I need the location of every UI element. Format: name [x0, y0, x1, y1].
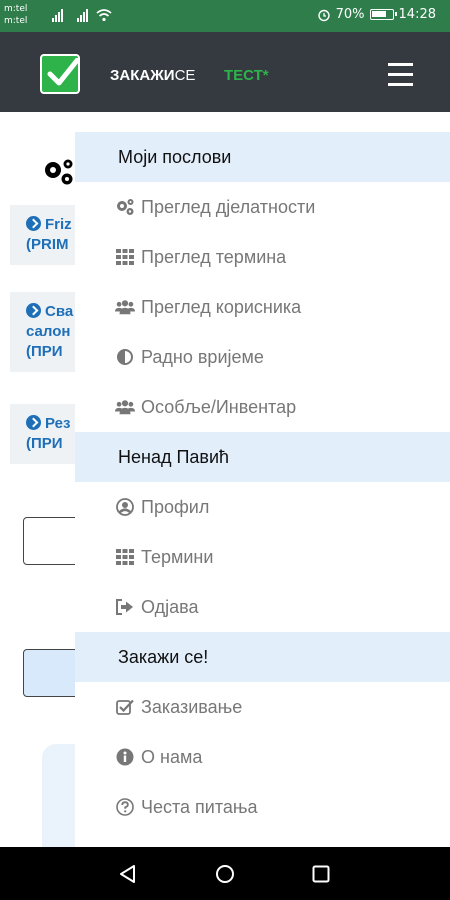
menu-item-staff-inventory[interactable]: Особље/Инвентар	[75, 382, 450, 432]
checkmark-logo-icon	[47, 58, 80, 86]
question-circle-icon	[115, 797, 135, 817]
gears-icon	[45, 159, 73, 185]
clock-time: 14:28	[398, 7, 436, 22]
chevron-circle-icon	[26, 216, 41, 231]
section-my-business: Моји послови	[75, 132, 450, 182]
menu-item-activities[interactable]: Преглед дјелатности	[75, 182, 450, 232]
recent-apps-icon[interactable]	[311, 864, 331, 884]
menu-item-profile[interactable]: Профил	[75, 482, 450, 532]
checkbox-icon	[115, 697, 135, 717]
sign-out-icon	[115, 597, 135, 617]
alarm-icon	[317, 9, 330, 21]
menu-item-faq[interactable]: Честа питања	[75, 782, 450, 832]
menu-item-terms-overview[interactable]: Преглед термина	[75, 232, 450, 282]
menu-item-terms[interactable]: Термини	[75, 532, 450, 582]
home-icon[interactable]	[215, 864, 235, 884]
business-card-2[interactable]: Сва салон (ПРИ	[10, 292, 80, 372]
app-header: ЗАКАЖИСЕ ТЕСТ*	[0, 32, 450, 112]
users-icon	[115, 297, 135, 317]
system-nav-bar	[0, 847, 450, 900]
signal-2-icon	[77, 8, 88, 22]
carrier-2: m:tel	[4, 16, 28, 26]
signal-1-icon	[52, 8, 63, 22]
users-icon	[115, 397, 135, 417]
battery-icon	[369, 9, 397, 20]
menu-item-logout[interactable]: Одјава	[75, 582, 450, 632]
menu-item-booking[interactable]: Заказивање	[75, 682, 450, 732]
user-circle-icon	[115, 497, 135, 517]
grid-icon	[115, 247, 135, 267]
status-right: 70% 14:28	[317, 7, 436, 22]
status-bar: m:tel m:tel 70% 14:28	[0, 0, 450, 32]
input-field[interactable]	[23, 517, 83, 565]
section-user-name: Ненад Павић	[75, 432, 450, 482]
app-logo[interactable]	[40, 54, 80, 94]
brand-se: СЕ	[174, 67, 196, 84]
action-button[interactable]	[23, 649, 83, 697]
grid-icon	[115, 547, 135, 567]
test-label: ТЕСТ*	[224, 67, 269, 84]
menu-toggle-icon[interactable]	[388, 63, 413, 87]
menu-item-about[interactable]: О нама	[75, 732, 450, 782]
chevron-circle-icon	[26, 303, 41, 318]
menu-item-working-hours[interactable]: Радно вријеме	[75, 332, 450, 382]
business-card-3[interactable]: Рез (ПРИ	[10, 404, 80, 464]
business-card-1[interactable]: Friz (PRIM	[10, 205, 80, 265]
gears-icon	[115, 197, 135, 217]
brand-main: ЗАКАЖИ	[110, 67, 175, 84]
wifi-icon	[96, 9, 112, 22]
dropdown-menu: Моји послови Преглед дјелатности Преглед…	[75, 132, 450, 847]
carrier-labels: m:tel m:tel	[4, 3, 27, 27]
battery-percent: 70%	[335, 7, 365, 22]
half-circle-icon	[115, 347, 135, 367]
section-book-yourself: Закажи се!	[75, 632, 450, 682]
back-icon[interactable]	[118, 864, 138, 884]
info-circle-icon	[115, 747, 135, 767]
carrier-1: m:tel	[4, 4, 28, 14]
menu-item-users-overview[interactable]: Преглед корисника	[75, 282, 450, 332]
chevron-circle-icon	[26, 415, 41, 430]
brand-title[interactable]: ЗАКАЖИСЕ	[110, 67, 195, 84]
